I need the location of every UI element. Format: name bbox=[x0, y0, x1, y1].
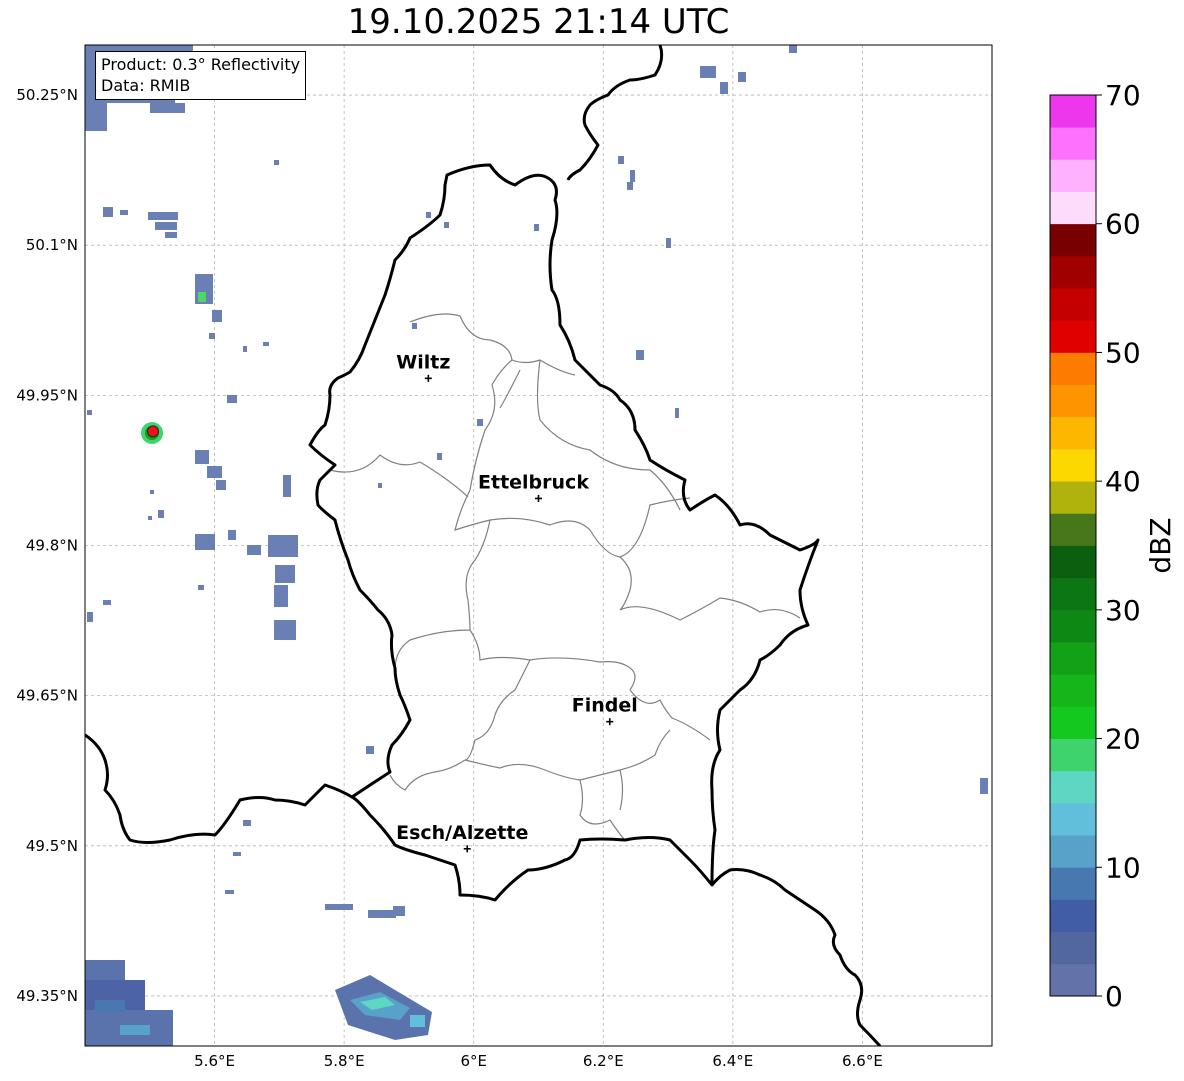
axes-labels: 5.6°E 5.8°E 6°E 6.2°E 6.4°E 6.6°E 50.25°N 50.1°… bbox=[16, 86, 883, 1070]
colorbar-swatch bbox=[1050, 352, 1096, 386]
colorbar-tick-label: 20 bbox=[1105, 723, 1141, 756]
colorbar-swatch bbox=[1050, 835, 1096, 868]
lat-tick-label: 49.95°N bbox=[16, 386, 78, 404]
colorbar-label: dBZ bbox=[1144, 517, 1177, 573]
product-label: Product: 0.3° Reflectivity bbox=[101, 55, 301, 74]
city-label: Esch/Alzette bbox=[396, 822, 528, 844]
colorbar-swatch bbox=[1050, 448, 1096, 482]
colorbar-swatch bbox=[1050, 513, 1096, 546]
colorbar-tick-label: 30 bbox=[1105, 594, 1141, 627]
lon-tick-label: 6.6°E bbox=[842, 1052, 883, 1070]
product-info-box: Product: 0.3° Reflectivity Data: RMIB bbox=[95, 51, 307, 100]
lon-tick-label: 6.2°E bbox=[583, 1052, 624, 1070]
colorbar-tick-label: 60 bbox=[1105, 208, 1141, 241]
city-label: Findel bbox=[572, 695, 638, 717]
city-label: Wiltz bbox=[396, 351, 450, 373]
city-label: Ettelbruck bbox=[478, 471, 589, 493]
colorbar-swatch bbox=[1050, 416, 1096, 450]
echo-cell-green bbox=[198, 292, 206, 302]
colorbar-swatch bbox=[1050, 963, 1096, 997]
lat-tick-label: 49.35°N bbox=[16, 987, 78, 1005]
radar-site-marker bbox=[147, 425, 160, 438]
echo-band-south bbox=[325, 904, 405, 918]
colorbar-swatch bbox=[1050, 674, 1096, 707]
country-border-luxembourg bbox=[308, 163, 820, 902]
lon-tick-label: 6°E bbox=[460, 1052, 487, 1070]
lat-tick-label: 50.1°N bbox=[26, 236, 78, 254]
lat-tick-label: 50.25°N bbox=[16, 86, 78, 104]
echo-patch-south bbox=[335, 975, 432, 1040]
graticule bbox=[85, 45, 992, 1046]
colorbar-swatch bbox=[1050, 738, 1096, 772]
lat-tick-label: 49.5°N bbox=[26, 837, 78, 855]
lon-tick-label: 6.4°E bbox=[712, 1052, 753, 1070]
country-border-southwest bbox=[85, 733, 353, 844]
colorbar-swatch bbox=[1050, 545, 1096, 579]
canton-borders bbox=[329, 313, 801, 841]
lon-tick-label: 5.8°E bbox=[324, 1052, 365, 1070]
colorbar-swatch bbox=[1050, 384, 1096, 418]
echo-patch-sw bbox=[85, 960, 173, 1046]
country-border-east bbox=[566, 45, 664, 181]
colorbar-swatch bbox=[1050, 95, 1096, 128]
colorbar-swatch bbox=[1050, 931, 1096, 965]
echo-scatter-north bbox=[103, 160, 279, 352]
colorbar-swatch bbox=[1050, 802, 1096, 836]
colorbar-swatch bbox=[1050, 255, 1096, 289]
colorbar-swatch bbox=[1050, 642, 1096, 675]
city-markers: Wiltz Ettelbruck Findel Esch/Alzette bbox=[396, 351, 638, 853]
echo-scatter-west bbox=[87, 395, 298, 640]
lat-tick-label: 49.65°N bbox=[16, 687, 78, 705]
colorbar-swatch bbox=[1050, 577, 1096, 611]
colorbar-swatch bbox=[1050, 770, 1096, 804]
colorbar-tick-label: 10 bbox=[1105, 851, 1141, 884]
lat-tick-label: 49.8°N bbox=[26, 537, 78, 555]
colorbar-swatch bbox=[1050, 223, 1096, 257]
colorbar-tick-label: 0 bbox=[1105, 980, 1123, 1013]
colorbar-swatch bbox=[1050, 320, 1096, 353]
colorbar-swatch bbox=[1050, 191, 1096, 225]
colorbar-swatch bbox=[1050, 288, 1096, 321]
lon-tick-label: 5.6°E bbox=[194, 1052, 235, 1070]
radar-map: WiltzEttelbruckFindelEsch/Alzette 5.6°E 5… bbox=[16, 44, 1177, 1070]
colorbar-swatch bbox=[1050, 867, 1096, 900]
colorbar: 0 10 20 30 40 50 60 70 dBZ bbox=[1049, 79, 1177, 1013]
colorbar-swatch bbox=[1050, 481, 1096, 514]
echo-scatter-east bbox=[618, 45, 988, 794]
colorbar-swatch bbox=[1050, 609, 1096, 643]
data-source-label: Data: RMIB bbox=[101, 76, 191, 95]
country-border-southeast bbox=[710, 868, 882, 1046]
colorbar-swatch bbox=[1050, 159, 1096, 192]
colorbar-swatch bbox=[1050, 899, 1096, 933]
colorbar-swatch bbox=[1050, 127, 1096, 160]
colorbar-tick-label: 40 bbox=[1105, 465, 1141, 498]
colorbar-tick-label: 70 bbox=[1105, 79, 1141, 112]
colorbar-tick-label: 50 bbox=[1105, 336, 1141, 369]
colorbar-swatch bbox=[1050, 706, 1096, 739]
